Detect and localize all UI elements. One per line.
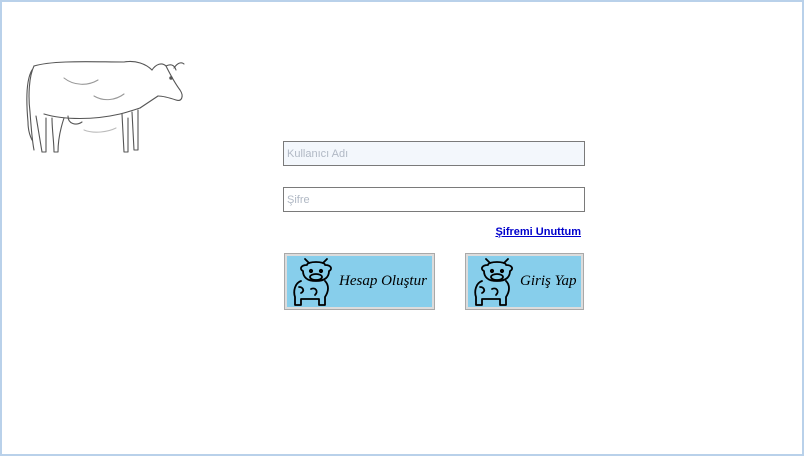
cow-icon <box>293 257 332 306</box>
login-button-label: Giriş Yap <box>520 273 577 289</box>
cow-logo-icon <box>26 60 185 153</box>
cow-icon <box>474 257 513 306</box>
login-button-face: Giriş Yap <box>468 256 581 307</box>
password-input[interactable] <box>283 187 585 212</box>
register-button-face: Hesap Oluştur <box>287 256 432 307</box>
register-button[interactable]: Hesap Oluştur <box>284 253 435 310</box>
username-input[interactable] <box>283 141 585 166</box>
register-button-label: Hesap Oluştur <box>339 273 427 289</box>
forgot-password-link[interactable]: Şifremi Unuttum <box>484 226 581 238</box>
login-button[interactable]: Giriş Yap <box>465 253 584 310</box>
app-window: Şifremi Unuttum Hesap Oluştur <box>0 0 804 456</box>
